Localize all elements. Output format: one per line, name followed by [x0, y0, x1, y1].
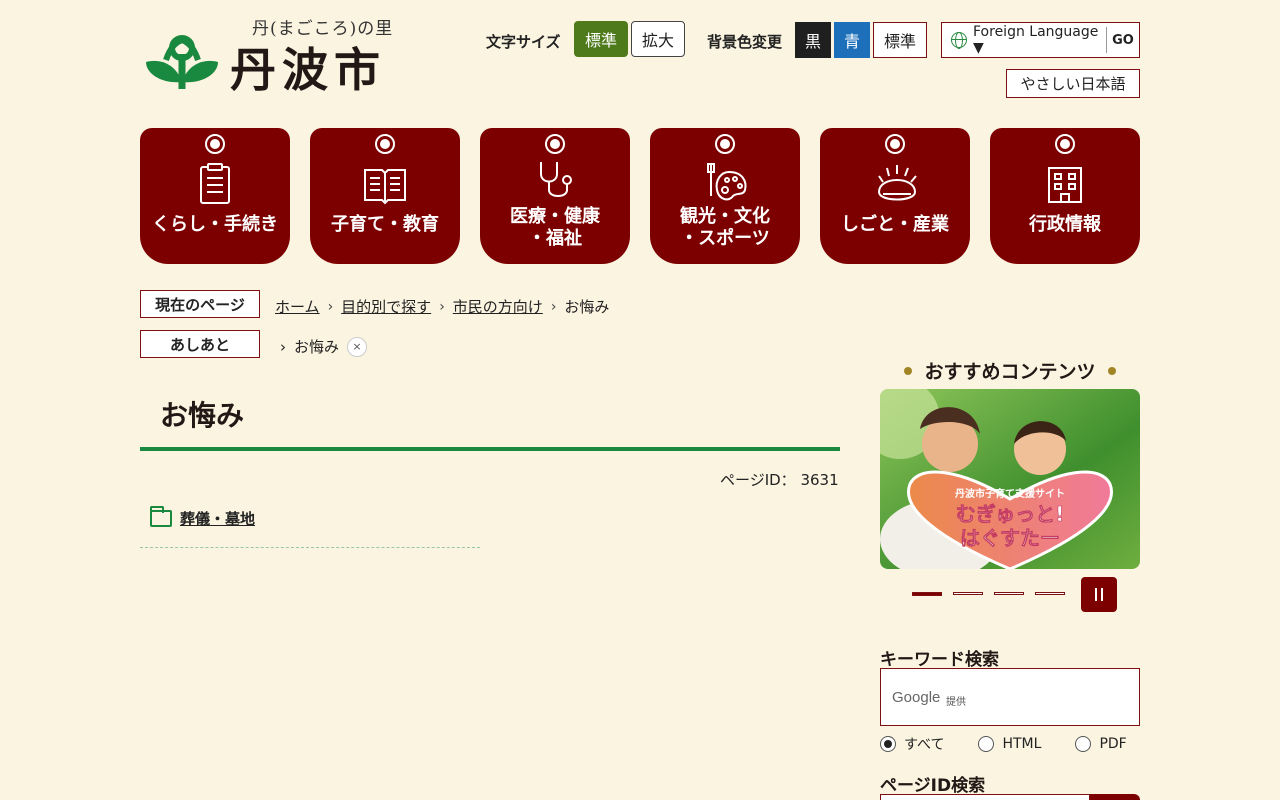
nav-work-industry[interactable]: しごと・産業 — [820, 128, 970, 264]
breadcrumb-home[interactable]: ホーム — [275, 296, 320, 317]
nav-dot-icon — [885, 134, 905, 154]
nav-dot-icon — [545, 134, 565, 154]
radio-html[interactable]: HTML — [978, 734, 1041, 754]
nav-label: くらし・手続き — [152, 214, 278, 235]
breadcrumb-by-purpose[interactable]: 目的別で探す — [341, 296, 431, 317]
banner-image: 丹波市子育て支援サイト むぎゅっと! はぐすたー — [880, 389, 1140, 569]
slider-pause-button[interactable] — [1081, 577, 1117, 612]
keyword-search-heading: キーワード検索 — [880, 650, 999, 670]
slide-dot-3[interactable] — [994, 592, 1024, 595]
radio-all[interactable]: すべて — [880, 734, 944, 754]
foreign-language-selector[interactable]: Foreign Language ▼ GO — [941, 22, 1140, 58]
nav-dot-icon — [1055, 134, 1075, 154]
clipboard-icon — [200, 163, 230, 204]
bg-blue-button[interactable]: 青 — [834, 22, 870, 58]
banner-line-2: はぐすたー — [960, 526, 1060, 550]
nav-childcare-education[interactable]: 子育て・教育 — [310, 128, 460, 264]
language-select[interactable]: Foreign Language ▼ — [973, 24, 1106, 56]
page-id-search-input[interactable] — [880, 794, 1090, 800]
font-size-large-button[interactable]: 拡大 — [631, 21, 685, 57]
radio-button[interactable] — [978, 736, 995, 752]
bg-standard-button[interactable]: 標準 — [873, 22, 927, 58]
keyword-search-input[interactable]: Google 提供 — [880, 668, 1140, 726]
nav-label: 行政情報 — [1029, 214, 1101, 235]
nav-label: 医療・健康 ・福祉 — [510, 206, 600, 249]
nav-dot-icon — [375, 134, 395, 154]
globe-icon — [951, 32, 967, 49]
nav-living-procedures[interactable]: くらし・手続き — [140, 128, 290, 264]
list-item[interactable]: 葬儀・墓地 — [150, 506, 255, 529]
page-id: ページID： 3631 — [720, 471, 839, 489]
history-item[interactable]: お悔み — [294, 336, 339, 357]
city-name: 丹波市 — [230, 43, 386, 97]
nav-medical-health-welfare[interactable]: 医療・健康 ・福祉 — [480, 128, 630, 264]
breadcrumb: ホーム › 目的別で探す › 市民の方向け › お悔み — [275, 296, 609, 317]
banner-line-1: むぎゅっと! — [956, 502, 1065, 526]
radio-button[interactable] — [880, 736, 896, 752]
radio-button[interactable] — [1075, 736, 1092, 752]
title-underline — [140, 447, 840, 451]
nav-label: 観光・文化 ・スポーツ — [680, 206, 770, 249]
chevron-right-icon: › — [550, 298, 557, 315]
provided-label: 提供 — [946, 697, 966, 708]
current-page-tag: 現在のページ — [140, 290, 260, 318]
page-id-search-heading: ページID検索 — [880, 776, 986, 796]
building-icon — [1048, 167, 1082, 203]
nav-label: 子育て・教育 — [331, 214, 439, 235]
breadcrumb-current: お悔み — [564, 298, 610, 316]
nav-dot-icon — [205, 134, 225, 154]
nav-dot-icon — [715, 134, 735, 154]
recommended-heading: おすすめコンテンツ — [880, 357, 1140, 384]
history-tag: あしあと — [140, 330, 260, 358]
chevron-right-icon: › — [327, 298, 334, 315]
bg-black-button[interactable]: 黒 — [795, 22, 831, 58]
slide-dot-2[interactable] — [953, 592, 983, 595]
slide-dot-4[interactable] — [1035, 592, 1065, 595]
language-go-button[interactable]: GO — [1106, 27, 1139, 53]
divider — [140, 547, 480, 548]
search-scope-radios: すべて HTML PDF — [880, 734, 1161, 754]
slide-indicators — [912, 592, 1076, 596]
breadcrumb-for-residents[interactable]: 市民の方向け — [453, 296, 543, 317]
easy-japanese-button[interactable]: やさしい日本語 — [1006, 69, 1140, 98]
chevron-right-icon: › — [439, 298, 445, 315]
background-color-label: 背景色変更 — [707, 33, 783, 51]
font-size-standard-button[interactable]: 標準 — [574, 21, 628, 57]
folder-icon — [150, 506, 172, 527]
nav-label: しごと・産業 — [841, 214, 949, 235]
history-remove-button[interactable]: × — [347, 336, 368, 357]
palette-icon — [707, 163, 747, 201]
recommended-banner[interactable]: 丹波市子育て支援サイト むぎゅっと! はぐすたー — [880, 389, 1140, 569]
font-size-label: 文字サイズ — [486, 33, 561, 51]
bullet-icon — [904, 366, 913, 375]
stethoscope-icon — [540, 162, 572, 197]
radio-pdf[interactable]: PDF — [1075, 734, 1127, 754]
caret-down-icon: ▼ — [973, 40, 984, 56]
pause-icon — [1095, 588, 1097, 601]
funeral-cemetery-link[interactable]: 葬儀・墓地 — [180, 508, 255, 529]
page-title: お悔み — [160, 399, 245, 432]
nav-tourism-culture-sports[interactable]: 観光・文化 ・スポーツ — [650, 128, 800, 264]
site-logo[interactable]: 丹(まごころ)の里 丹波市 — [142, 14, 402, 97]
bullet-icon — [1107, 366, 1116, 375]
city-emblem-icon — [146, 35, 218, 90]
chevron-right-icon: › — [280, 337, 286, 356]
history-trail: › お悔み × — [280, 336, 368, 357]
chestnut-icon — [877, 165, 917, 201]
slide-dot-1[interactable] — [912, 592, 942, 596]
banner-subtitle: 丹波市子育て支援サイト — [955, 487, 1065, 500]
book-icon — [364, 169, 406, 205]
nav-administration-info[interactable]: 行政情報 — [990, 128, 1140, 264]
google-logo: Google — [892, 689, 941, 706]
page-id-search-button[interactable] — [1090, 794, 1140, 800]
